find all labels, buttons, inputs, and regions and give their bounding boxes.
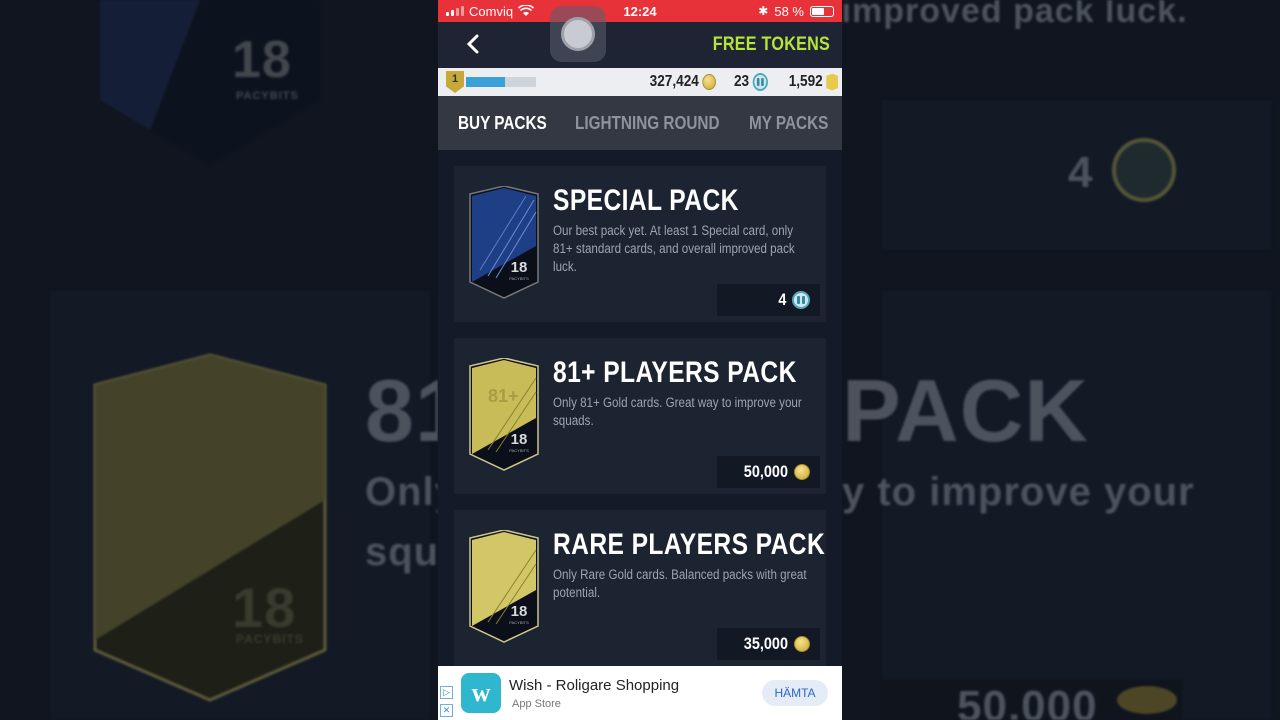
tokens-amount: 23: [734, 73, 750, 90]
bg-number: 4: [1068, 148, 1094, 197]
battery-icon: [810, 5, 834, 17]
buy-price-button[interactable]: 50,000: [717, 456, 820, 488]
pack-description: Only Rare Gold cards. Balanced packs wit…: [553, 567, 807, 600]
pack-list: 18 PACYBITS SPECIAL PACK Our best pack y…: [438, 150, 842, 666]
price-amount: 50,000: [743, 462, 788, 481]
bg-sub-left-2: squa: [365, 530, 438, 574]
pack-card-special[interactable]: 18 PACYBITS SPECIAL PACK Our best pack y…: [454, 166, 826, 322]
price-amount: 4: [777, 290, 786, 309]
bg-sub-left: Only: [365, 470, 438, 514]
background-left: 18 PACYBITS 18 PACYBITS 81 Only squa: [0, 0, 438, 720]
ad-choices-icon[interactable]: ▷: [440, 686, 453, 699]
free-tokens-button[interactable]: FREE TOKENS: [713, 34, 830, 56]
pack-art-label: 81+: [488, 386, 519, 406]
pack-brand: PACYBITS: [509, 276, 529, 281]
pack-brand: PACYBITS: [509, 448, 529, 453]
coin-icon: [702, 74, 717, 90]
bg-top-text: standard cards, and overall improved pac…: [842, 0, 1188, 30]
tab-lightning-round[interactable]: LIGHTNING ROUND: [575, 113, 722, 134]
bg-big-left: 81: [365, 361, 438, 460]
bg-big-right: PACK: [842, 361, 1089, 460]
xp-progress-fill: [466, 77, 505, 87]
ad-store-label: App Store: [512, 697, 561, 710]
carrier-label: Comviq: [469, 3, 514, 19]
buy-price-button[interactable]: 35,000: [717, 628, 820, 660]
ad-close-icon[interactable]: ✕: [440, 704, 453, 717]
chevron-left-icon: [466, 34, 479, 53]
bg-card-number-left: 18: [232, 31, 292, 89]
points-balance: 1,592: [789, 73, 838, 91]
pack-title: RARE PLAYERS PACK: [553, 528, 826, 561]
pack-number: 18: [511, 603, 528, 620]
points-amount: 1,592: [788, 73, 823, 90]
background-right: standard cards, and overall improved pac…: [842, 0, 1280, 720]
coins-amount: 327,424: [649, 73, 700, 90]
pack-title: SPECIAL PACK: [553, 184, 739, 217]
coins-balance: 327,424: [649, 73, 717, 91]
coin-icon: [794, 464, 810, 480]
coin-icon: [794, 636, 810, 652]
wifi-icon: [518, 5, 535, 16]
signal-icon: [446, 6, 464, 16]
back-button[interactable]: [466, 30, 486, 61]
bg-card-brand-left-2: PACYBITS: [236, 632, 304, 646]
bg-sub-right: y to improve your: [842, 470, 1195, 514]
pack-description: Only 81+ Gold cards. Great way to improv…: [553, 395, 802, 428]
price-amount: 35,000: [743, 634, 788, 653]
tab-my-packs[interactable]: MY PACKS: [749, 113, 828, 134]
pack-title: 81+ PLAYERS PACK: [553, 356, 797, 389]
pack-tabs: BUY PACKS LIGHTNING ROUND MY PACKS: [438, 96, 842, 150]
bg-bottom-right: 50,000: [957, 682, 1098, 720]
special-pack-art: 18 PACYBITS: [469, 186, 539, 299]
tokens-balance: 23: [734, 73, 768, 91]
currency-bar: 1 327,424 23 1,592: [438, 68, 842, 96]
81-plus-pack-art: 81+ 18 PACYBITS: [469, 358, 539, 471]
assistive-touch-button[interactable]: [550, 6, 606, 62]
ad-get-button[interactable]: HÄMTA: [762, 680, 828, 706]
rare-pack-art: 18 PACYBITS: [469, 530, 539, 643]
status-bar: Comviq 12:24 ✱ 58 %: [438, 0, 842, 22]
clock: 12:24: [623, 3, 657, 19]
pack-number: 18: [511, 431, 528, 448]
pack-card-rare[interactable]: 18 PACYBITS RARE PLAYERS PACK Only Rare …: [454, 510, 826, 666]
level-badge: 1: [446, 71, 464, 93]
token-icon: [752, 73, 768, 91]
points-icon: [826, 73, 838, 91]
pack-number: 18: [511, 259, 528, 276]
ad-banner[interactable]: ▷ ✕ w Wish - Roligare Shopping App Store…: [438, 666, 842, 720]
tab-buy-packs[interactable]: BUY PACKS: [458, 113, 558, 134]
buy-price-button[interactable]: 4: [717, 284, 820, 316]
token-icon: [792, 291, 810, 309]
pack-description: Our best pack yet. At least 1 Special ca…: [553, 223, 795, 274]
phone-screen: Comviq 12:24 ✱ 58 % FREE TOKENS 1 327,42…: [438, 0, 842, 720]
wish-app-icon: w: [461, 673, 501, 713]
bluetooth-icon: ✱: [758, 4, 769, 18]
pack-brand: PACYBITS: [509, 620, 529, 625]
pack-card-81-plus[interactable]: 81+ 18 PACYBITS 81+ PLAYERS PACK Only 81…: [454, 338, 826, 494]
bg-card-number-left-2: 18: [232, 576, 297, 639]
assistive-touch-icon: [561, 17, 595, 51]
bg-card-brand-left: PACYBITS: [236, 90, 299, 102]
top-nav: FREE TOKENS: [438, 22, 842, 68]
ad-title: Wish - Roligare Shopping: [509, 676, 680, 694]
xp-progress-bar: [466, 77, 536, 87]
battery-label: 58 %: [774, 3, 804, 19]
